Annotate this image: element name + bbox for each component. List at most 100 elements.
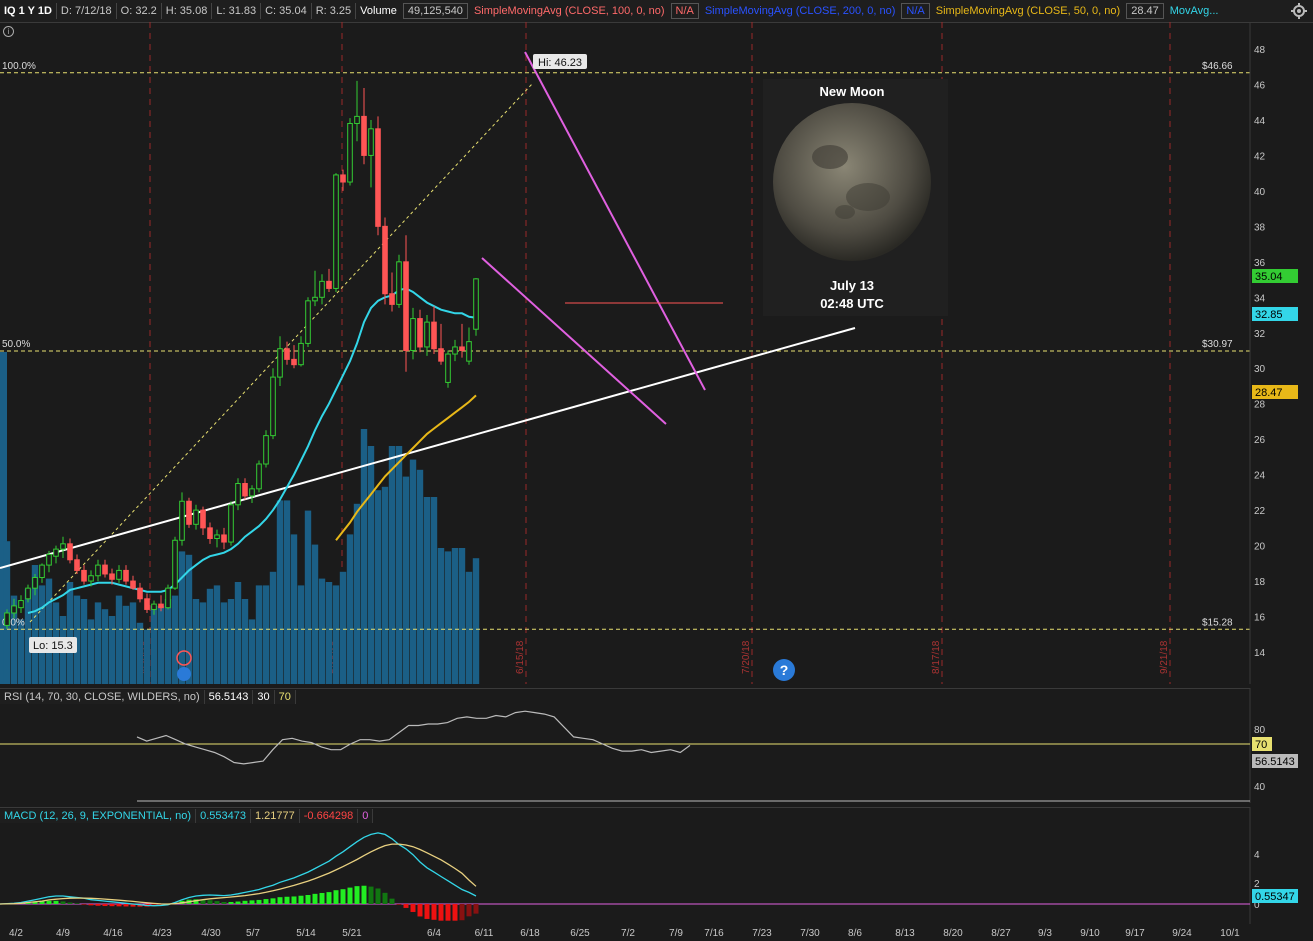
candle-body — [312, 296, 318, 302]
date-tick-label: 9/24 — [1172, 928, 1192, 939]
rsi-value: 56.5143 — [204, 690, 254, 704]
sma200-label[interactable]: SimpleMovingAvg (CLOSE, 200, 0, no) — [701, 5, 900, 17]
volume-bar — [451, 548, 459, 684]
channel-upper[interactable] — [524, 51, 706, 391]
macd-histogram-bar — [263, 899, 269, 904]
volume-bar — [171, 595, 179, 684]
volume-bar — [122, 605, 130, 684]
macd-histogram-bar — [123, 904, 129, 907]
candle-body — [39, 564, 45, 579]
volume-bar — [409, 459, 417, 684]
sma50-label[interactable]: SimpleMovingAvg (CLOSE, 50, 0, no) — [932, 5, 1124, 17]
macd-histogram-bar — [396, 904, 402, 905]
sma100-label[interactable]: SimpleMovingAvg (CLOSE, 100, 0, no) — [470, 5, 669, 17]
macd-histogram-bar — [368, 886, 374, 904]
price-tick-label: 14 — [1254, 648, 1266, 659]
candle-body — [452, 346, 458, 355]
macd-histogram-bar — [207, 900, 213, 904]
date-tick-label: 6/25 — [570, 928, 590, 939]
date-tick-label: 6/11 — [475, 928, 494, 939]
volume-bar — [465, 571, 473, 684]
candle-body — [214, 534, 220, 539]
candle-body — [4, 612, 10, 626]
date-tick-label: 7/30 — [800, 928, 820, 939]
open-label: O: 32.2 — [120, 5, 157, 17]
price-chart[interactable]: 4/20/185/18/186/15/187/20/188/17/189/21/… — [0, 22, 1313, 687]
volume-bar — [94, 602, 102, 684]
volume-bar — [199, 602, 207, 684]
price-tick-label: 26 — [1254, 435, 1266, 446]
volume-bar — [353, 503, 361, 684]
candle-body — [298, 342, 304, 366]
rsi-label[interactable]: RSI (14, 70, 30, CLOSE, WILDERS, no) — [0, 690, 205, 704]
volume-study-label[interactable]: Volume — [356, 5, 401, 17]
volume-bar — [136, 622, 144, 684]
volume-bar — [444, 551, 452, 684]
macd-histogram-bar — [410, 904, 416, 912]
candle-body — [81, 569, 87, 582]
volume-bar — [346, 534, 354, 684]
candle-body — [438, 348, 444, 362]
macd-histogram-bar — [109, 904, 115, 907]
candle-body — [459, 346, 465, 352]
macd-histogram-bar — [284, 896, 290, 904]
dividend-icon[interactable] — [177, 667, 191, 681]
macd-histogram-bar — [354, 886, 360, 904]
macd-signal-line — [0, 843, 477, 905]
candle-body — [158, 603, 164, 609]
candle-body — [473, 278, 479, 330]
date-tick-label: 8/27 — [991, 928, 1011, 939]
macd-chart[interactable]: 4 2 0 0.55347 — [0, 807, 1313, 924]
volume-bar — [24, 588, 32, 684]
close-label: C: 35.04 — [265, 5, 307, 17]
movavg-label[interactable]: MovAvg... — [1166, 5, 1223, 17]
price-tick-label: 16 — [1254, 613, 1266, 624]
volume-bar — [297, 585, 305, 684]
candle-body — [172, 539, 178, 589]
channel-lower[interactable] — [481, 257, 667, 425]
date-label: D: 7/12/18 — [60, 5, 112, 17]
macd-histogram-bar — [235, 901, 241, 904]
fib-pct-label: 50.0% — [2, 339, 30, 350]
macd-label[interactable]: MACD (12, 26, 9, EXPONENTIAL, no) — [0, 809, 197, 823]
fib-pct-label: 100.0% — [2, 61, 36, 72]
date-tick-label: 9/10 — [1080, 928, 1100, 939]
candle-body — [396, 261, 402, 305]
candle-body — [88, 575, 94, 582]
price-tick-label: 36 — [1254, 258, 1266, 269]
low-label: L: 31.83 — [216, 5, 257, 17]
candle-body — [319, 280, 325, 298]
rsi-chart[interactable]: 80 40 70 56.5143 — [0, 688, 1313, 803]
date-tick-label: 7/2 — [621, 928, 635, 939]
volume-bar — [416, 469, 424, 684]
candle-body — [389, 293, 395, 305]
macd-histogram-bar — [445, 904, 451, 921]
price-tick-label: 34 — [1254, 293, 1266, 304]
candle-body — [326, 280, 332, 289]
macd-value: 0.553473 — [196, 809, 251, 823]
macd-histogram-bar — [298, 895, 304, 904]
date-tick-label: 7/23 — [752, 928, 772, 939]
macd-histogram-bar — [116, 904, 122, 907]
volume-bar — [304, 510, 312, 684]
date-tick-label: 6/4 — [427, 928, 441, 939]
macd-histogram-bar — [389, 898, 395, 904]
volume-bar — [241, 599, 249, 684]
macd-histogram-bar — [438, 904, 444, 921]
candle-body — [270, 376, 276, 437]
macd-histogram-bar — [249, 900, 255, 904]
volume-bar — [220, 602, 228, 684]
volume-bar — [395, 446, 403, 684]
candle-body — [109, 573, 115, 580]
gear-icon[interactable] — [1291, 3, 1307, 19]
candle-body — [11, 605, 17, 614]
candle-body — [179, 500, 185, 541]
candle-body — [228, 504, 234, 543]
candle-body — [431, 321, 437, 350]
sma50-value: 28.47 — [1126, 3, 1164, 19]
macd-histogram-bar — [88, 904, 94, 906]
date-tick-label: 8/6 — [848, 928, 862, 939]
candle-body — [95, 564, 101, 577]
symbol-label[interactable]: IQ 1 Y 1D — [0, 5, 56, 17]
macd-histogram-bar — [102, 904, 108, 907]
